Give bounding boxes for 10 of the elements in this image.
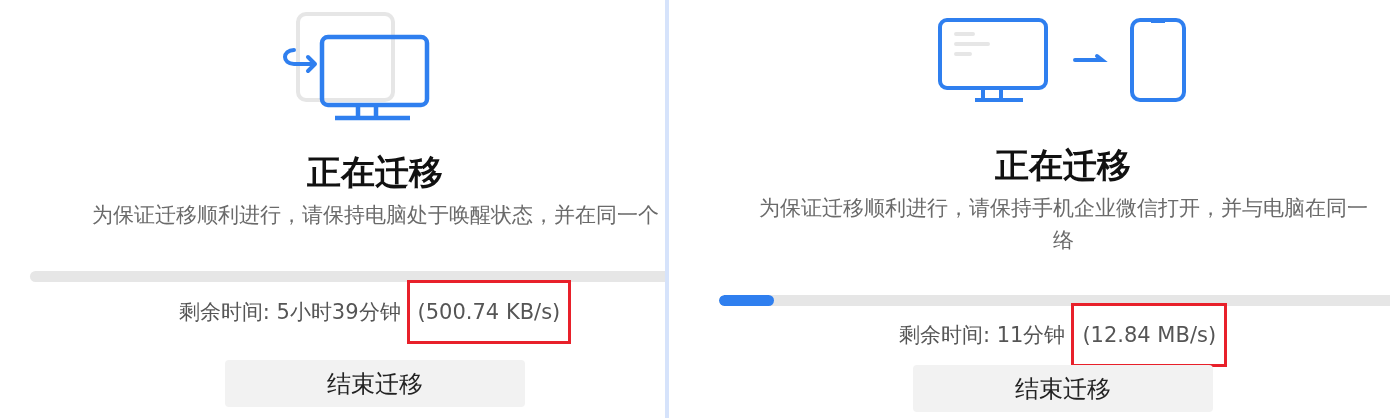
migration-description: 为保证迁移顺利进行，请保持手机企业微信打开，并与电脑在同一 络 [758,195,1368,254]
migration-description: 为保证迁移顺利进行，请保持电脑处于唤醒状态，并在同一个 [91,202,659,229]
migration-title: 正在迁移 [995,145,1131,185]
end-migration-button[interactable]: 结束迁移 [913,365,1213,412]
remaining-time: 剩余时间: 5小时39分钟 [178,299,401,326]
migration-title: 正在迁移 [307,152,443,192]
end-migration-button[interactable]: 结束迁移 [225,360,525,407]
transfer-speed: (500.74 KB/s) [406,280,572,344]
monitor-to-phone-icon [938,18,1188,102]
remaining-time: 剩余时间: 11分钟 [898,322,1066,349]
